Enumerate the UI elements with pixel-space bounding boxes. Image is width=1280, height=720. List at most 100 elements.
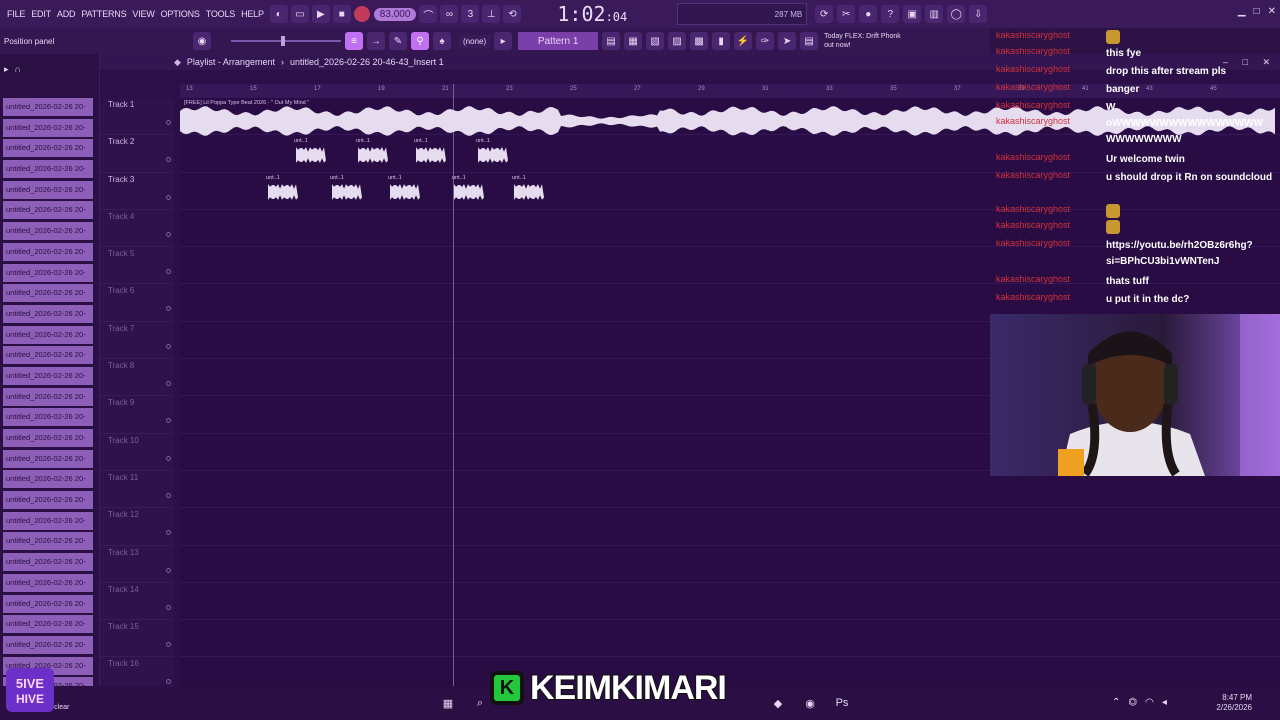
wait-record-icon[interactable]: ∞ <box>440 5 459 23</box>
clip-waveform[interactable] <box>356 146 390 164</box>
track-lane[interactable] <box>180 620 1280 658</box>
browser-file-item[interactable]: untitled_2026-02-26 20- <box>3 615 93 634</box>
browser-file-item[interactable]: untitled_2026-02-26 20- <box>3 553 93 572</box>
channel-rack-button[interactable]: → <box>367 32 385 50</box>
chat-icon[interactable]: ◯ <box>947 5 966 23</box>
volume-icon[interactable]: ◂ <box>1162 697 1167 708</box>
track-mute-toggle[interactable] <box>166 604 171 610</box>
chat-username[interactable]: kakashiscaryghost <box>996 152 1104 162</box>
browser-file-item[interactable]: untitled_2026-02-26 20- <box>3 346 93 365</box>
play-button[interactable]: ▶ <box>311 5 330 23</box>
track-lane[interactable] <box>180 546 1280 583</box>
browser-file-item[interactable]: untitled_2026-02-26 20- <box>3 98 93 116</box>
browser-file-item[interactable]: untitled_2026-02-26 20- <box>3 325 93 344</box>
track-mute-toggle[interactable] <box>166 567 171 573</box>
track-header[interactable]: Track 2 <box>100 135 174 173</box>
arrow-right-icon[interactable]: ▸ <box>494 32 513 50</box>
microphone-icon[interactable]: ● <box>859 5 878 23</box>
mic-tray-icon[interactable]: ⏣ <box>1128 697 1137 708</box>
track-mute-toggle[interactable] <box>166 194 171 200</box>
fl-studio-icon[interactable]: ◆ <box>770 695 786 711</box>
track-mute-toggle[interactable] <box>166 492 171 498</box>
browser-file-item[interactable]: untitled_2026-02-26 20- <box>3 180 93 199</box>
track-header[interactable]: Track 6 <box>100 284 174 322</box>
track-lane[interactable] <box>180 508 1280 546</box>
loop-record-icon[interactable]: ⟲ <box>503 5 522 23</box>
record-button[interactable] <box>353 6 370 22</box>
track-header[interactable]: Track 11 <box>100 470 174 509</box>
chat-username[interactable]: kakashiscaryghost <box>996 238 1104 248</box>
refresh-icon[interactable]: ⟳ <box>815 5 834 23</box>
browser-arrow-icon[interactable]: ▸ <box>4 64 9 75</box>
help-icon[interactable]: ? <box>881 5 900 23</box>
clip-waveform[interactable] <box>414 146 448 164</box>
browser-file-item[interactable]: untitled_2026-02-26 20- <box>3 160 93 179</box>
browser-file-item[interactable]: untitled_2026-02-26 20- <box>3 491 93 510</box>
track-header[interactable]: Track 3 <box>100 172 174 210</box>
draw-tool-icon[interactable]: ✎ <box>389 32 407 50</box>
stamp-icon[interactable]: ♠ <box>433 32 451 50</box>
menu-view[interactable]: VIEW <box>129 9 157 19</box>
save-icon[interactable]: ▣ <box>903 5 922 23</box>
download-icon[interactable]: ⇩ <box>969 5 988 23</box>
slider-handle[interactable] <box>281 36 285 46</box>
track-header[interactable]: Track 14 <box>100 582 174 621</box>
minimize-icon[interactable]: ▁ <box>1238 6 1246 17</box>
clip-waveform[interactable] <box>452 183 486 201</box>
menu-patterns[interactable]: PATTERNS <box>78 9 129 19</box>
track-mute-toggle[interactable] <box>166 381 171 387</box>
chat-username[interactable]: kakashiscaryghost <box>996 292 1104 302</box>
browser-icon[interactable]: ▧ <box>646 32 665 50</box>
browser-file-item[interactable]: untitled_2026-02-26 20- <box>3 387 93 406</box>
countdown-icon[interactable]: 3 <box>461 5 480 23</box>
track-header[interactable]: Track 7 <box>100 321 174 360</box>
tempo-display[interactable]: 83.000 <box>373 7 417 21</box>
pattern-name[interactable]: Pattern 1 <box>518 32 599 50</box>
browser-file-item[interactable]: untitled_2026-02-26 20- <box>3 139 93 158</box>
link-icon[interactable]: ⚲ <box>411 32 429 50</box>
track-mute-toggle[interactable] <box>166 269 171 275</box>
track-header[interactable]: Track 5 <box>100 247 174 285</box>
track-mute-toggle[interactable] <box>166 679 171 685</box>
metronome-icon[interactable]: ⌒ <box>419 5 438 23</box>
stop-button[interactable]: ■ <box>332 5 351 23</box>
track-mute-toggle[interactable] <box>166 418 171 424</box>
menu-add[interactable]: ADD <box>54 9 78 19</box>
track-header[interactable]: Track 4 <box>100 209 174 248</box>
chat-username[interactable]: kakashiscaryghost <box>996 116 1104 126</box>
browser-file-item[interactable]: untitled_2026-02-26 20- <box>3 201 93 220</box>
clip-waveform[interactable] <box>330 183 364 201</box>
playlist-menu-icon[interactable]: ◆ <box>174 57 181 68</box>
pattern-selector[interactable]: (none) <box>459 34 491 48</box>
browser-file-item[interactable]: untitled_2026-02-26 20- <box>3 304 93 323</box>
menu-help[interactable]: HELP <box>238 9 267 19</box>
render-icon[interactable]: ▥ <box>925 5 944 23</box>
track-mute-toggle[interactable] <box>166 455 171 461</box>
track-mute-toggle[interactable] <box>166 530 171 536</box>
photoshop-icon[interactable]: Ps <box>834 695 850 711</box>
browser-file-item[interactable]: untitled_2026-02-26 20- <box>3 594 93 613</box>
track-header[interactable]: Track 15 <box>100 620 174 658</box>
chat-username[interactable]: kakashiscaryghost <box>996 204 1104 214</box>
mixer-icon[interactable]: ▤ <box>602 32 621 50</box>
browser-file-item[interactable]: untitled_2026-02-26 20- <box>3 366 93 385</box>
chat-username[interactable]: kakashiscaryghost <box>996 100 1104 110</box>
browser-file-item[interactable]: untitled_2026-02-26 20- <box>3 222 93 241</box>
menu-options[interactable]: OPTIONS <box>158 9 203 19</box>
chat-username[interactable]: kakashiscaryghost <box>996 274 1104 284</box>
browser-file-item[interactable]: untitled_2026-02-26 20- <box>3 242 93 261</box>
notes-icon[interactable]: ▤ <box>800 32 819 50</box>
browser-file-item[interactable]: untitled_2026-02-26 20- <box>3 449 93 468</box>
magnet-icon[interactable]: ∩ <box>15 64 21 74</box>
search-icon[interactable]: ⌕ <box>472 695 488 711</box>
browser-file-item[interactable]: untitled_2026-02-26 20- <box>3 635 93 654</box>
master-pitch-slider[interactable] <box>231 36 341 46</box>
send-icon[interactable]: ➤ <box>778 32 797 50</box>
plug-icon[interactable]: ⚡ <box>734 32 753 50</box>
close-icon[interactable]: ✕ <box>1268 6 1276 17</box>
system-clock[interactable]: 8:47 PM 2/26/2026 <box>1212 693 1252 713</box>
track-mute-toggle[interactable] <box>166 642 171 648</box>
song-mode-button[interactable]: ▭ <box>290 5 309 23</box>
metronome-knob-icon[interactable]: ◐ <box>269 5 288 23</box>
chat-username[interactable]: kakashiscaryghost <box>996 170 1104 180</box>
